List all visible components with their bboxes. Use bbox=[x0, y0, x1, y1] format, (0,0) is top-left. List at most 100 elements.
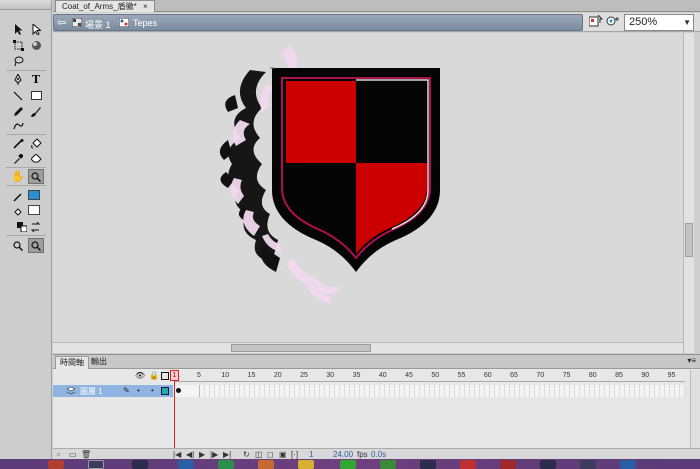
onion-markers-icon[interactable]: [·] bbox=[291, 450, 298, 459]
zoom-select[interactable]: 250% ▼ bbox=[624, 14, 694, 31]
coat-of-arms-artwork[interactable] bbox=[53, 33, 683, 353]
scene-icon bbox=[71, 17, 83, 28]
ruler-tick-label: 70 bbox=[536, 372, 545, 379]
line-tool-icon[interactable] bbox=[10, 88, 26, 103]
taskbar-app-icon[interactable] bbox=[580, 460, 596, 469]
timeline-tab-strip: 時間軸 輸出 ▾≡ bbox=[53, 355, 700, 369]
tools-panel-grip[interactable] bbox=[0, 0, 51, 10]
loop-icon[interactable]: ↻ bbox=[243, 450, 250, 459]
pen-icon[interactable] bbox=[10, 72, 26, 87]
visibility-dot-icon[interactable]: • bbox=[137, 386, 140, 395]
step-forward-icon[interactable]: |▶ bbox=[210, 450, 218, 459]
rectangle-tool-icon[interactable] bbox=[28, 88, 44, 103]
tab-timeline[interactable]: 時間軸 bbox=[55, 356, 89, 369]
subselection-arrow-icon[interactable] bbox=[28, 22, 44, 37]
fps-value[interactable]: 24.00 bbox=[333, 450, 353, 459]
outline-icon[interactable] bbox=[161, 372, 169, 380]
taskbar-app-icon[interactable] bbox=[460, 460, 476, 469]
taskbar-app-icon[interactable] bbox=[258, 460, 274, 469]
taskbar-app-icon[interactable] bbox=[88, 460, 104, 469]
bone-tool-icon[interactable] bbox=[10, 136, 26, 151]
playhead[interactable]: 1 bbox=[170, 370, 179, 381]
taskbar-app-icon[interactable] bbox=[620, 460, 636, 469]
vertical-scroll-thumb[interactable] bbox=[685, 223, 693, 257]
hand-tool-icon[interactable]: ✋ bbox=[10, 169, 26, 184]
eraser-icon[interactable] bbox=[28, 151, 44, 166]
layer-name[interactable]: 圖層 1 bbox=[80, 386, 103, 397]
new-layer-icon[interactable]: ▫ bbox=[57, 450, 60, 459]
taskbar-app-icon[interactable] bbox=[380, 460, 396, 469]
frame-row[interactable] bbox=[175, 385, 685, 397]
taskbar-app-icon[interactable] bbox=[420, 460, 436, 469]
stage-vertical-scrollbar[interactable] bbox=[683, 33, 694, 353]
text-tool-icon[interactable]: T bbox=[28, 72, 44, 87]
play-icon[interactable]: ▶ bbox=[199, 450, 205, 459]
ruler-tick-label: 10 bbox=[221, 372, 230, 379]
fill-color-swatch[interactable] bbox=[28, 205, 40, 215]
back-arrow-icon[interactable]: ⇦ bbox=[57, 16, 66, 29]
symbol-icon bbox=[118, 17, 130, 28]
breadcrumb-scene[interactable]: 場景 1 bbox=[85, 18, 111, 31]
ruler-tick-label: 90 bbox=[641, 372, 650, 379]
taskbar-app-icon[interactable] bbox=[500, 460, 516, 469]
breadcrumb-symbol[interactable]: Tepes bbox=[133, 18, 157, 28]
paint-bucket-icon[interactable] bbox=[28, 136, 44, 151]
snap-magnet-icon[interactable] bbox=[10, 238, 26, 253]
onion-outline-icon[interactable]: ◻ bbox=[267, 450, 274, 459]
ruler-tick-label: 80 bbox=[588, 372, 597, 379]
stage[interactable] bbox=[53, 33, 683, 353]
taskbar-app-icon[interactable] bbox=[340, 460, 356, 469]
panel-menu-icon[interactable]: ▾≡ bbox=[687, 356, 696, 365]
taskbar-app-icon[interactable] bbox=[298, 460, 314, 469]
zoom-out-icon[interactable] bbox=[28, 238, 44, 253]
document-tab-bar: Coat_of_Arms_盾徽* × bbox=[53, 0, 700, 12]
lasso-icon[interactable] bbox=[10, 54, 26, 69]
ruler-tick-label: 20 bbox=[273, 372, 282, 379]
taskbar-app-icon[interactable] bbox=[132, 460, 148, 469]
pencil-icon[interactable] bbox=[10, 104, 26, 119]
swap-colors-icon[interactable] bbox=[28, 219, 44, 234]
layer-color-swatch[interactable] bbox=[161, 387, 169, 395]
document-tab[interactable]: Coat_of_Arms_盾徽* × bbox=[55, 0, 155, 12]
horizontal-scroll-thumb[interactable] bbox=[231, 344, 371, 352]
edit-scene-icon[interactable] bbox=[605, 15, 621, 30]
eye-icon[interactable]: 👁 bbox=[135, 371, 145, 380]
lock-dot-icon[interactable]: • bbox=[151, 386, 154, 395]
gradient-transform-icon[interactable] bbox=[28, 38, 44, 53]
tab-output[interactable]: 輸出 bbox=[87, 356, 111, 369]
ruler-tick-label: 65 bbox=[510, 372, 518, 379]
deco-icon[interactable] bbox=[10, 118, 26, 133]
keyframe-dot[interactable] bbox=[176, 388, 181, 393]
layer-row[interactable]: 圖層 1 ✎ • • bbox=[53, 385, 173, 397]
edit-symbols-icon[interactable] bbox=[588, 14, 604, 30]
onion-skin-icon[interactable]: ◫ bbox=[255, 450, 263, 459]
frame-ruler[interactable]: 15101520253035404550556065707580859095 bbox=[175, 370, 685, 382]
brush-icon[interactable] bbox=[28, 104, 44, 119]
taskbar-app-icon[interactable] bbox=[178, 460, 194, 469]
timeline-vertical-scrollbar[interactable] bbox=[690, 370, 700, 448]
ruler-tick-label: 25 bbox=[300, 372, 308, 379]
ruler-tick-label: 75 bbox=[562, 372, 571, 379]
shield-quarter-top-right bbox=[356, 81, 427, 163]
new-folder-icon[interactable]: ▭ bbox=[69, 450, 77, 459]
free-transform-icon[interactable] bbox=[10, 38, 26, 53]
edit-multiple-frames-icon[interactable]: ▣ bbox=[279, 450, 287, 459]
taskbar-app-icon[interactable] bbox=[48, 460, 64, 469]
selection-arrow-icon[interactable] bbox=[10, 22, 26, 37]
taskbar-app-icon[interactable] bbox=[540, 460, 556, 469]
ruler-tick-label: 55 bbox=[457, 372, 466, 379]
taskbar-app-icon[interactable] bbox=[218, 460, 234, 469]
eyedropper-icon[interactable] bbox=[10, 151, 26, 166]
current-frame-value[interactable]: 1 bbox=[309, 450, 313, 459]
go-to-first-frame-icon[interactable]: |◀ bbox=[173, 450, 181, 459]
close-tab-icon[interactable]: × bbox=[143, 2, 148, 11]
delete-layer-icon[interactable]: 🗑 bbox=[81, 450, 91, 459]
breadcrumb: ⇦ 場景 1 Tepes bbox=[53, 14, 583, 31]
stage-horizontal-scrollbar[interactable] bbox=[53, 342, 683, 353]
lock-icon[interactable]: 🔒 bbox=[149, 371, 159, 380]
taskbar bbox=[0, 459, 700, 469]
zoom-tool-icon[interactable] bbox=[28, 169, 44, 184]
stroke-color-swatch[interactable] bbox=[28, 190, 40, 200]
step-back-icon[interactable]: ◀| bbox=[186, 450, 194, 459]
go-to-last-frame-icon[interactable]: ▶| bbox=[223, 450, 231, 459]
